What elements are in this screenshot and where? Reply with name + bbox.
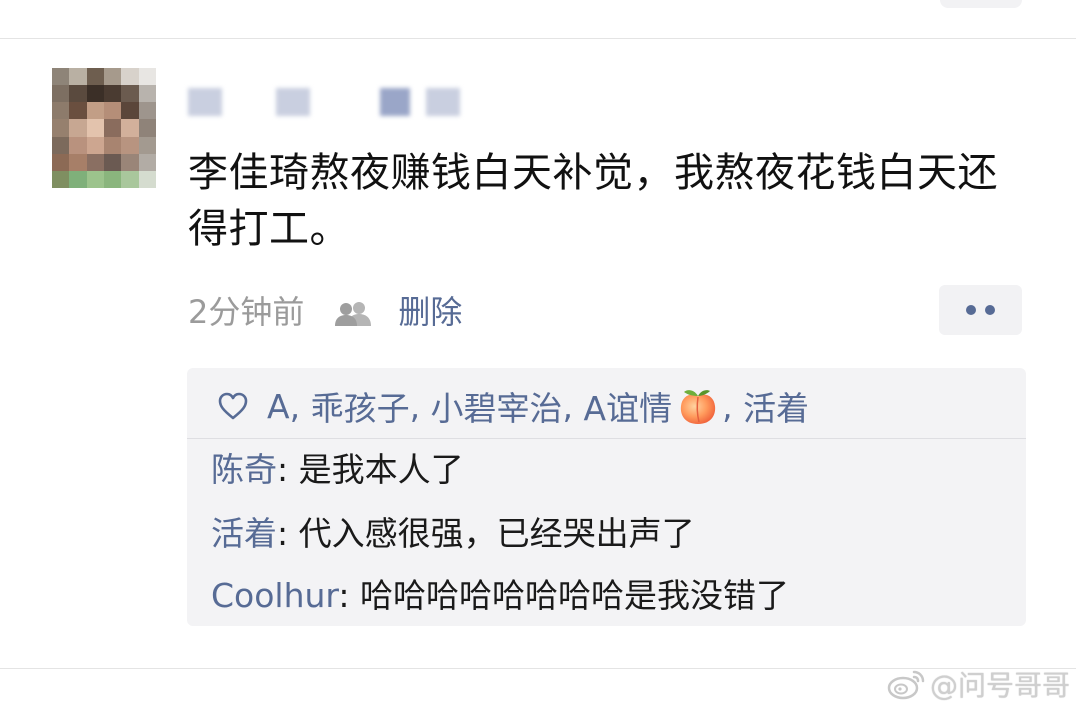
post-meta: 2分钟前 删除: [188, 288, 462, 332]
comment-item[interactable]: 陈奇: 是我本人了: [211, 448, 464, 492]
feedback-panel: A, 乖孩子, 小碧宰治, A谊情 , 活着 陈奇: 是我本人了 活着: 代入感…: [187, 368, 1026, 626]
like-name[interactable]: A谊情: [584, 382, 673, 430]
watermark: @问号哥哥: [886, 664, 1070, 704]
peach-emoji: [680, 390, 716, 424]
author-name[interactable]: [188, 84, 468, 120]
likes-row: A, 乖孩子, 小碧宰治, A谊情 , 活着: [217, 380, 809, 432]
like-name[interactable]: 活着: [743, 382, 809, 430]
watermark-text: @问号哥哥: [930, 669, 1071, 702]
comment-text: 是我本人了: [298, 450, 464, 489]
more-dots-icon-2: [985, 305, 995, 315]
comment-item[interactable]: 活着: 代入感很强，已经哭出声了: [211, 512, 695, 556]
avatar[interactable]: [52, 68, 156, 188]
like-name[interactable]: 小碧宰治: [431, 382, 563, 430]
previous-post-more-button[interactable]: [940, 0, 1022, 8]
post-time: 2分钟前: [188, 293, 305, 331]
comment-author[interactable]: Coolhur: [211, 576, 338, 615]
comment-author[interactable]: 陈奇: [211, 450, 277, 489]
comment-author[interactable]: 活着: [211, 514, 277, 553]
more-dots-icon: [966, 305, 976, 315]
post-divider: [0, 38, 1076, 39]
like-name[interactable]: A: [267, 387, 290, 426]
feedback-divider: [187, 438, 1026, 439]
heart-icon: [218, 392, 248, 420]
comment-text: 代入感很强，已经哭出声了: [298, 514, 695, 553]
comment-item[interactable]: Coolhur: 哈哈哈哈哈哈哈哈是我没错了: [211, 574, 789, 618]
friends-icon: [334, 297, 372, 326]
more-options-button[interactable]: [939, 285, 1022, 335]
comment-text: 哈哈哈哈哈哈哈哈是我没错了: [360, 576, 790, 615]
weibo-logo-icon: [887, 670, 925, 700]
like-name[interactable]: 乖孩子: [311, 382, 410, 430]
post-text: 李佳琦熬夜赚钱白天补觉，我熬夜花钱白天还得打工。: [188, 150, 998, 252]
delete-link[interactable]: 删除: [398, 287, 462, 333]
